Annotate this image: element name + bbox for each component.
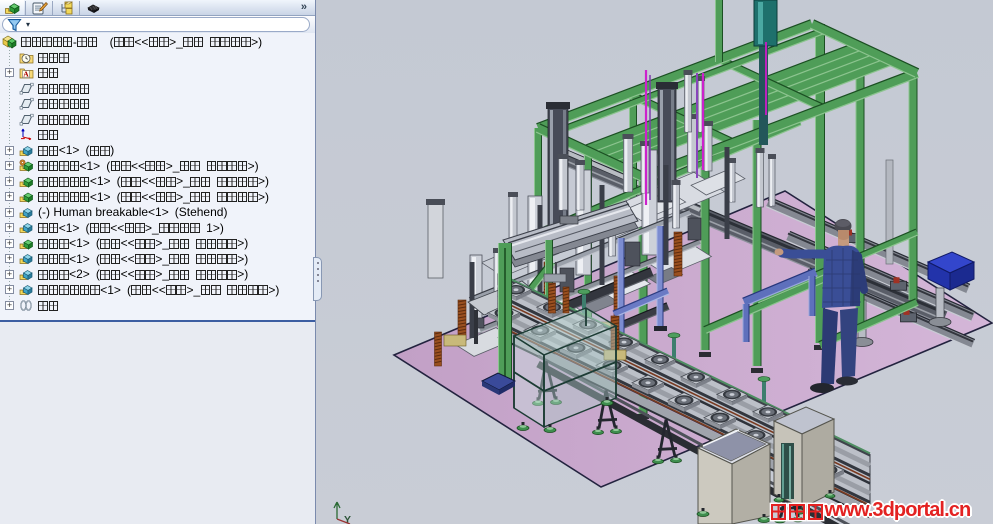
svg-text:A: A xyxy=(23,70,29,79)
